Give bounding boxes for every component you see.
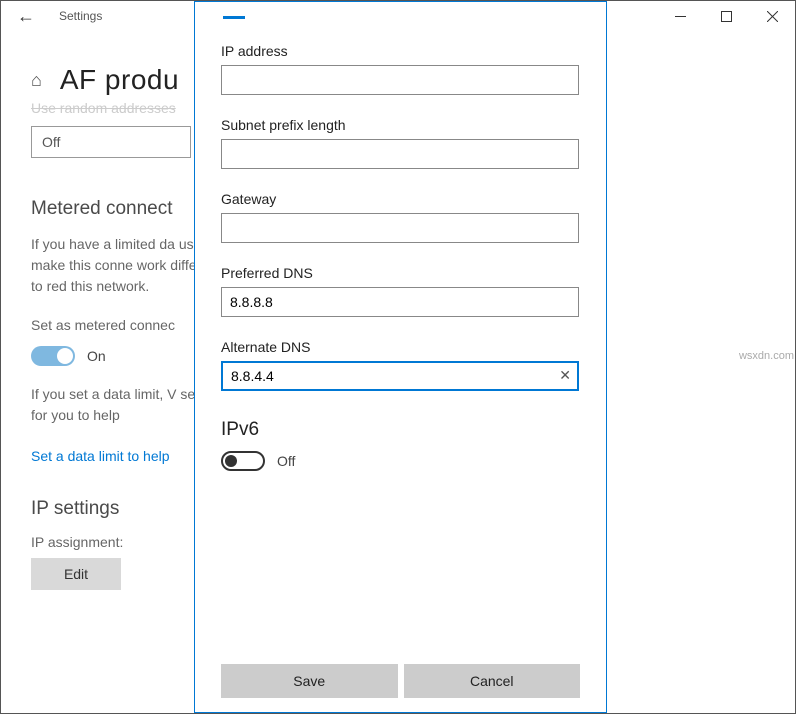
preferred-dns-label: Preferred DNS xyxy=(221,265,580,281)
subnet-input[interactable] xyxy=(221,139,579,169)
window-controls xyxy=(657,1,795,31)
ip-address-input[interactable] xyxy=(221,65,579,95)
page-title: AF produ xyxy=(60,64,179,96)
metered-toggle-state: On xyxy=(87,348,106,364)
edit-button[interactable]: Edit xyxy=(31,558,121,590)
back-icon[interactable]: ← xyxy=(11,4,41,29)
ip-edit-dialog: IP address Subnet prefix length Gateway … xyxy=(194,1,607,713)
random-addresses-combo[interactable]: Off xyxy=(31,126,191,158)
gateway-label: Gateway xyxy=(221,191,580,207)
cancel-button[interactable]: Cancel xyxy=(404,664,581,698)
home-icon[interactable]: ⌂ xyxy=(31,70,42,91)
save-button[interactable]: Save xyxy=(221,664,398,698)
dialog-indicator xyxy=(223,16,245,19)
watermark: wsxdn.com xyxy=(739,350,794,362)
alternate-dns-label: Alternate DNS xyxy=(221,339,580,355)
ipv6-heading: IPv6 xyxy=(221,419,580,441)
gateway-input[interactable] xyxy=(221,213,579,243)
subnet-label: Subnet prefix length xyxy=(221,117,580,133)
preferred-dns-input[interactable] xyxy=(221,287,579,317)
close-button[interactable] xyxy=(749,1,795,31)
minimize-button[interactable] xyxy=(657,1,703,31)
settings-window: ← Settings ⌂ AF produ Use random address… xyxy=(0,0,796,714)
ipv6-toggle-state: Off xyxy=(277,453,295,469)
window-title: Settings xyxy=(59,9,102,23)
alternate-dns-input[interactable] xyxy=(221,361,579,391)
ip-address-label: IP address xyxy=(221,43,580,59)
maximize-button[interactable] xyxy=(703,1,749,31)
alternate-dns-wrap: ✕ xyxy=(221,355,579,413)
dialog-buttons: Save Cancel xyxy=(221,664,580,698)
titlebar-left: ← Settings xyxy=(11,4,102,29)
metered-toggle[interactable] xyxy=(31,346,75,366)
ipv6-toggle[interactable] xyxy=(221,451,265,471)
clear-icon[interactable]: ✕ xyxy=(559,367,571,384)
ipv6-toggle-row: Off xyxy=(221,451,580,471)
